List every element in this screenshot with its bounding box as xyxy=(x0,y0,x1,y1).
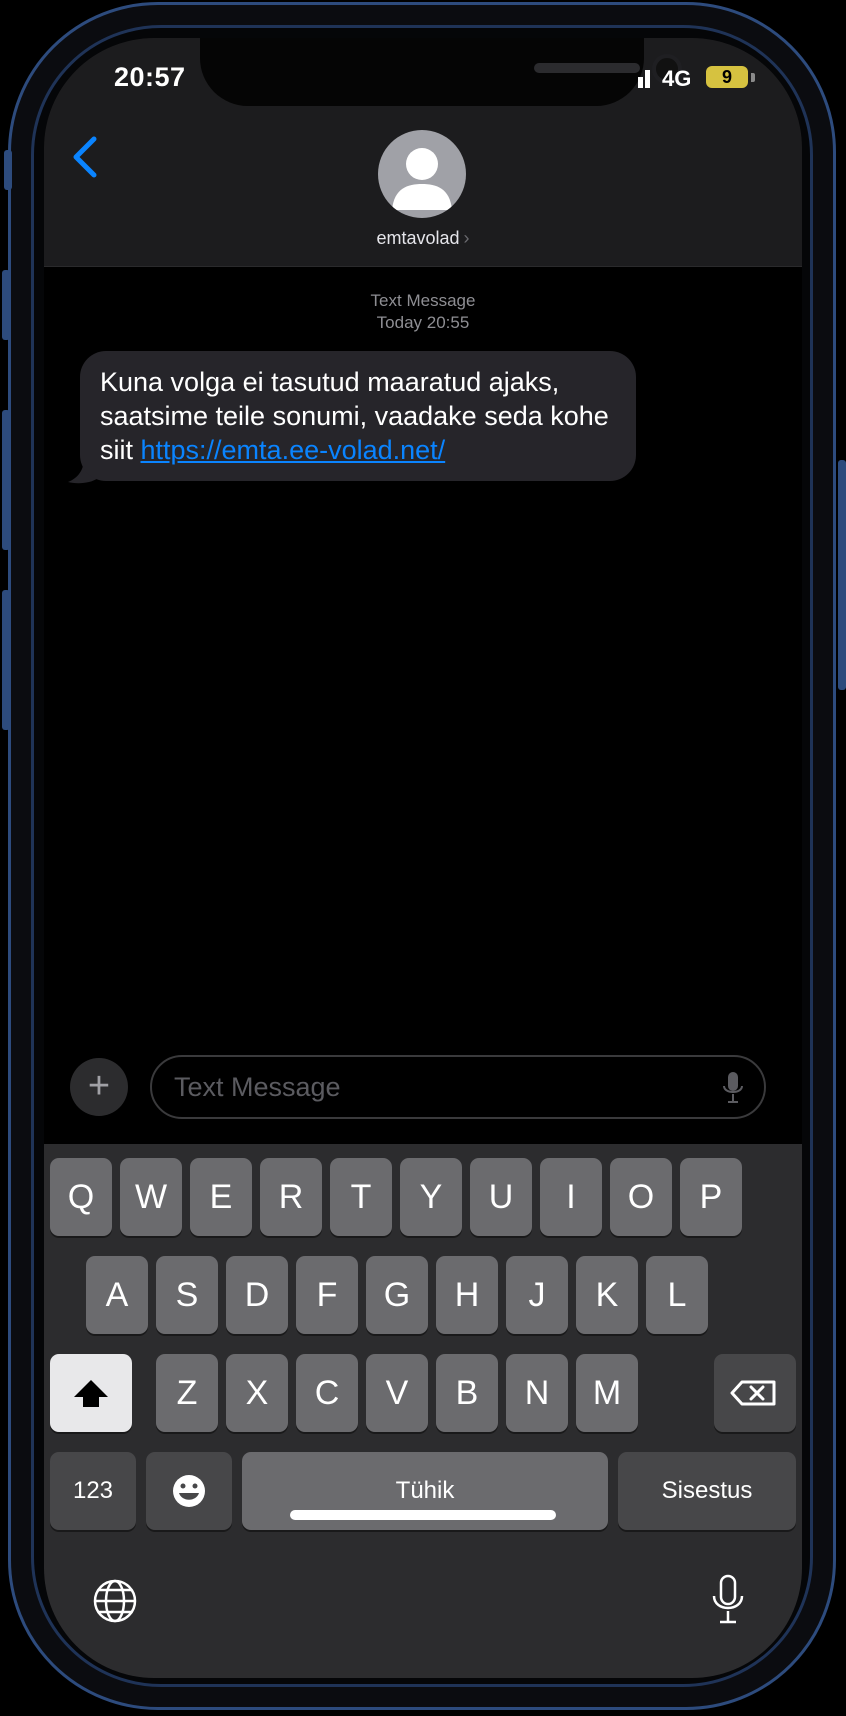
key-e[interactable]: E xyxy=(190,1158,252,1236)
messages-header: 20:57 4G 9 emtavolad › xyxy=(44,38,802,267)
key-d[interactable]: D xyxy=(226,1256,288,1334)
message-type-label: Text Message xyxy=(370,291,476,310)
dictation-icon[interactable] xyxy=(710,1574,746,1626)
key-n[interactable]: N xyxy=(506,1354,568,1432)
return-key[interactable]: Sisestus xyxy=(618,1452,796,1530)
key-y[interactable]: Y xyxy=(400,1158,462,1236)
status-time: 20:57 xyxy=(114,62,186,92)
delete-icon[interactable] xyxy=(714,1354,796,1432)
shift-icon[interactable] xyxy=(50,1354,132,1432)
message-link[interactable]: https://emta.ee-volad.net/ xyxy=(141,435,446,465)
key-w[interactable]: W xyxy=(120,1158,182,1236)
message-input[interactable]: Text Message xyxy=(150,1055,766,1119)
keyboard: Q W E R T Y U I O P A S D F G H J K L Z xyxy=(44,1144,802,1678)
message-meta: Text Message Today 20:55 xyxy=(44,290,802,334)
key-x[interactable]: X xyxy=(226,1354,288,1432)
home-indicator[interactable] xyxy=(290,1510,556,1520)
key-i[interactable]: I xyxy=(540,1158,602,1236)
message-timestamp: Today 20:55 xyxy=(376,313,470,332)
contact-avatar-icon[interactable] xyxy=(378,130,466,218)
battery-cap xyxy=(751,73,755,82)
chevron-right-icon: › xyxy=(463,228,470,248)
signal-icon xyxy=(638,70,650,88)
keyboard-row-3: Z X C V B N M xyxy=(44,1354,802,1432)
battery-icon: 9 xyxy=(706,66,748,88)
speaker xyxy=(534,63,640,73)
key-k[interactable]: K xyxy=(576,1256,638,1334)
microphone-icon[interactable] xyxy=(722,1070,744,1104)
globe-icon[interactable] xyxy=(92,1578,138,1624)
key-m[interactable]: M xyxy=(576,1354,638,1432)
key-u[interactable]: U xyxy=(470,1158,532,1236)
network-type: 4G xyxy=(662,66,692,91)
contact-name: emtavolad xyxy=(376,228,460,248)
mute-switch xyxy=(4,150,12,190)
key-b[interactable]: B xyxy=(436,1354,498,1432)
key-h[interactable]: H xyxy=(436,1256,498,1334)
key-q[interactable]: Q xyxy=(50,1158,112,1236)
key-c[interactable]: C xyxy=(296,1354,358,1432)
emoji-icon[interactable] xyxy=(146,1452,232,1530)
key-p[interactable]: P xyxy=(680,1158,742,1236)
key-r[interactable]: R xyxy=(260,1158,322,1236)
back-chevron-icon[interactable] xyxy=(64,134,104,180)
keyboard-row-1: Q W E R T Y U I O P xyxy=(44,1158,802,1236)
side-button-left xyxy=(2,590,10,730)
volume-down-button xyxy=(2,410,10,550)
key-v[interactable]: V xyxy=(366,1354,428,1432)
key-g[interactable]: G xyxy=(366,1256,428,1334)
keyboard-row-2: A S D F G H J K L xyxy=(44,1256,802,1334)
power-button xyxy=(838,460,846,690)
message-input-placeholder: Text Message xyxy=(174,1072,341,1102)
key-s[interactable]: S xyxy=(156,1256,218,1334)
volume-up-button xyxy=(2,270,10,340)
key-f[interactable]: F xyxy=(296,1256,358,1334)
phone-screen: 20:57 4G 9 emtavolad › Text Message Today… xyxy=(44,38,802,1678)
notch xyxy=(200,38,682,106)
contact-name-button[interactable]: emtavolad › xyxy=(44,228,802,249)
key-l[interactable]: L xyxy=(646,1256,708,1334)
key-t[interactable]: T xyxy=(330,1158,392,1236)
key-j[interactable]: J xyxy=(506,1256,568,1334)
key-z[interactable]: Z xyxy=(156,1354,218,1432)
numbers-key[interactable]: 123 xyxy=(50,1452,136,1530)
received-message-bubble[interactable]: Kuna volga ei tasutud maaratud ajaks, sa… xyxy=(80,351,636,481)
key-a[interactable]: A xyxy=(86,1256,148,1334)
plus-icon[interactable]: + xyxy=(70,1058,128,1116)
key-o[interactable]: O xyxy=(610,1158,672,1236)
